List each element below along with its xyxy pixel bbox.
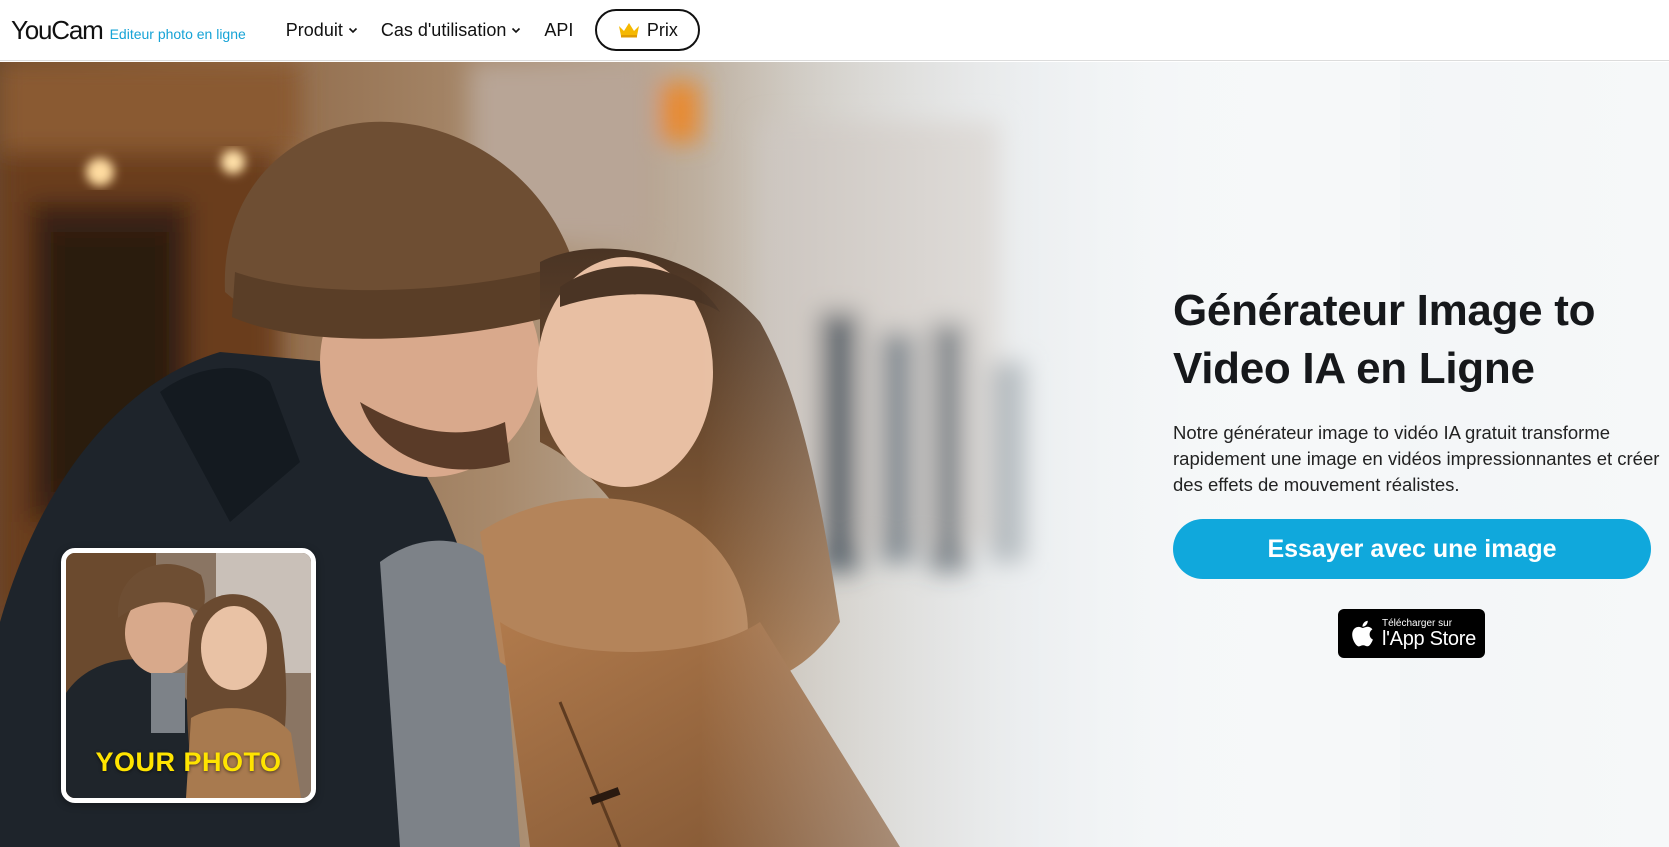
main-nav: Produit Cas d'utilisation API Prix bbox=[286, 9, 701, 51]
logo-tagline: Editeur photo en ligne bbox=[109, 25, 246, 42]
app-store-big: l'App Store bbox=[1382, 627, 1476, 650]
nav-item-api[interactable]: API bbox=[544, 20, 573, 41]
apple-icon bbox=[1352, 620, 1373, 647]
cta-label: Essayer avec une image bbox=[1267, 534, 1557, 563]
nav-item-cas-utilisation[interactable]: Cas d'utilisation bbox=[381, 20, 523, 41]
youcam-logo[interactable]: YouCam Editeur photo en ligne bbox=[11, 15, 246, 46]
app-store-badge[interactable]: Télécharger sur l'App Store bbox=[1338, 609, 1485, 658]
pricing-label: Prix bbox=[646, 19, 678, 40]
nav-item-label: API bbox=[544, 19, 574, 40]
your-photo-label: YOUR PHOTO bbox=[95, 747, 282, 777]
app-store-small: Télécharger sur bbox=[1382, 617, 1453, 629]
hero-description: Notre générateur image to vidéo IA gratu… bbox=[1173, 422, 1660, 495]
hero-section: YOUR PHOTO Générateur Image to Video IA … bbox=[0, 62, 1669, 847]
crown-icon bbox=[618, 23, 639, 38]
top-navigation-bar: YouCam Editeur photo en ligne Produit Ca… bbox=[0, 0, 1669, 61]
chevron-down-icon bbox=[348, 27, 357, 34]
hero-copy: Générateur Image to Video IA en Ligne No… bbox=[1173, 282, 1663, 658]
logo-wordmark: YouCam bbox=[11, 14, 104, 45]
try-with-image-button[interactable]: Essayer avec une image bbox=[1173, 519, 1651, 579]
your-photo-thumbnail: YOUR PHOTO bbox=[61, 548, 316, 803]
nav-item-label: Cas d'utilisation bbox=[380, 19, 507, 40]
pricing-button[interactable]: Prix bbox=[595, 9, 701, 51]
app-store-text: Télécharger sur l'App Store bbox=[1382, 618, 1476, 650]
chevron-down-icon bbox=[512, 27, 521, 34]
hero-title: Générateur Image to Video IA en Ligne bbox=[1173, 286, 1596, 393]
nav-item-label: Produit bbox=[285, 19, 343, 40]
nav-item-produit[interactable]: Produit bbox=[286, 20, 359, 41]
